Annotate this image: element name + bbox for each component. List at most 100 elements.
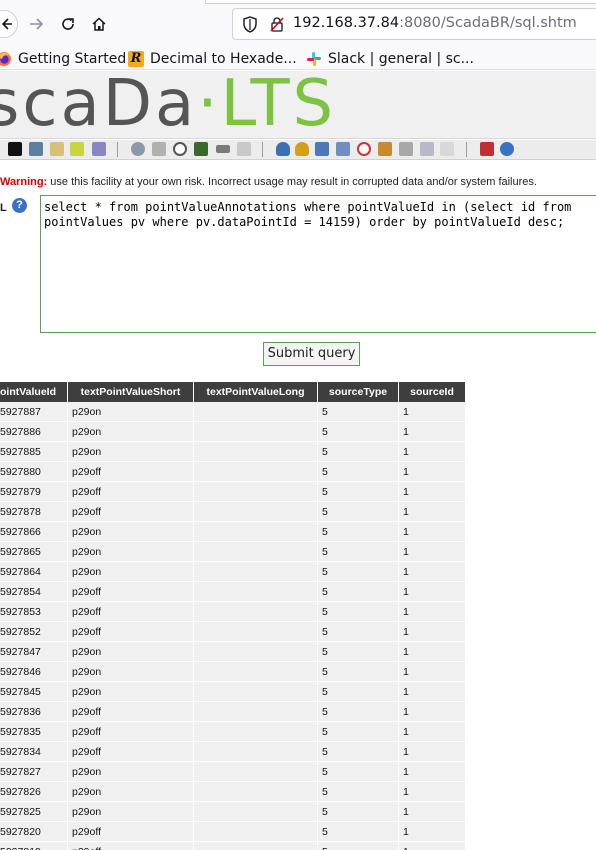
table-cell [194,482,318,502]
table-cell: p29on [68,682,194,702]
reports-icon[interactable] [440,142,454,156]
logo-dot: · [197,67,221,141]
watchlist-icon[interactable] [8,142,22,156]
graphical-views-icon[interactable] [29,142,43,156]
table-cell: 1 [399,562,466,582]
table-cell: 5 [318,402,399,422]
table-cell: 5927826 [0,782,68,802]
submit-query-button[interactable]: Submit query [263,342,360,366]
table-cell: p29off [68,742,194,762]
back-arrow-icon [1,18,12,30]
logo-main: scaDa [0,67,198,141]
column-header: ointValueId [0,382,68,402]
point-links-icon[interactable] [216,145,230,153]
url-text[interactable]: 192.168.37.84:8080/ScadaBR/sql.shtm [293,15,577,31]
table-cell: 5927836 [0,702,68,722]
warning-text: use this facility at your own risk. Inco… [47,176,537,188]
table-cell: 5 [318,542,399,562]
table-cell [194,722,318,742]
bookmark-slack-general[interactable]: Slack | general | sc... [306,49,474,69]
table-cell [194,602,318,622]
table-cell: p29on [68,562,194,582]
home-button[interactable] [87,12,111,36]
back-button[interactable] [0,10,18,38]
table-cell: p29on [68,762,194,782]
column-header: textPointValueLong [194,382,318,402]
table-cell: 5927825 [0,802,68,822]
firefox-icon [0,51,12,67]
event-handlers-icon[interactable] [70,142,84,156]
table-cell: 5 [318,502,399,522]
help-icon[interactable] [500,142,514,156]
table-cell: 1 [399,782,466,802]
alarms-icon[interactable] [50,142,64,156]
table-cell: p29off [68,602,194,622]
insecure-lock-icon[interactable] [269,16,285,37]
table-cell: p29on [68,782,194,802]
forward-arrow-icon [30,18,44,30]
table-cell: 1 [399,502,466,522]
table-cell: 1 [399,702,466,722]
settings-gear-icon[interactable] [131,142,145,156]
emport-icon[interactable] [399,142,413,156]
bookmark-label: Getting Started [18,51,127,67]
forward-button[interactable] [24,12,48,36]
table-cell: p29on [68,662,194,682]
table-cell [194,762,318,782]
warning-label: Warning: [0,176,48,188]
url-bar[interactable]: 192.168.37.84:8080/ScadaBR/sql.shtm [232,8,596,40]
table-cell: 5927887 [0,402,68,422]
table-cell [194,622,318,642]
sql-icon[interactable] [420,142,434,156]
table-cell: 5927865 [0,542,68,562]
table-cell: 5927864 [0,562,68,582]
maintenance-events-icon[interactable] [357,142,371,156]
sql-query-textarea[interactable]: select * from pointValueAnnotations wher… [40,195,596,333]
table-cell: 5 [318,822,399,842]
system-settings-icon[interactable] [378,142,392,156]
user-profiles-icon[interactable] [295,142,309,156]
table-cell: 1 [399,462,466,482]
app-toolbar [0,140,596,160]
table-cell: 1 [399,842,466,850]
publishers-icon[interactable] [336,142,350,156]
database-icon[interactable] [152,142,166,156]
table-cell: p29on [68,442,194,462]
data-sources-icon[interactable] [92,142,106,156]
table-cell: 1 [399,722,466,742]
scripting-icon[interactable] [237,142,251,156]
table-cell: 5 [318,742,399,762]
tracking-shield-icon[interactable] [242,16,258,37]
table-cell: 5 [318,622,399,642]
logout-icon[interactable] [480,142,494,156]
table-cell: p29off [68,702,194,722]
table-cell [194,782,318,802]
warning-message: Warning: use this facility at your own r… [0,176,537,188]
url-path: :8080/ScadaBR/sql.shtm [399,15,577,31]
toolbar-separator [466,142,467,157]
table-cell: 1 [399,682,466,702]
table-cell [194,402,318,422]
reload-button[interactable] [56,12,80,36]
table-cell: 5927853 [0,602,68,622]
scadalts-logo[interactable]: scaDa·LTS [0,71,336,137]
scheduled-events-icon[interactable] [173,142,187,156]
table-cell: 5 [318,442,399,462]
mailing-lists-icon[interactable] [315,142,329,156]
table-cell: p29off [68,482,194,502]
table-cell [194,422,318,442]
reload-icon [62,18,74,30]
bookmark-decimal-to-hexadecimal[interactable]: R Decimal to Hexade... [128,49,297,69]
users-icon[interactable] [276,142,290,156]
table-cell: p29on [68,402,194,422]
sql-help-icon[interactable]: ? [12,198,27,213]
table-cell [194,662,318,682]
table-cell: 5 [318,702,399,722]
compound-events-icon[interactable] [194,142,208,156]
table-cell: p29on [68,522,194,542]
bookmark-getting-started[interactable]: Getting Started [0,49,126,69]
table-cell: p29on [68,542,194,562]
table-cell [194,642,318,662]
table-cell: 1 [399,802,466,822]
table-cell: 5 [318,682,399,702]
